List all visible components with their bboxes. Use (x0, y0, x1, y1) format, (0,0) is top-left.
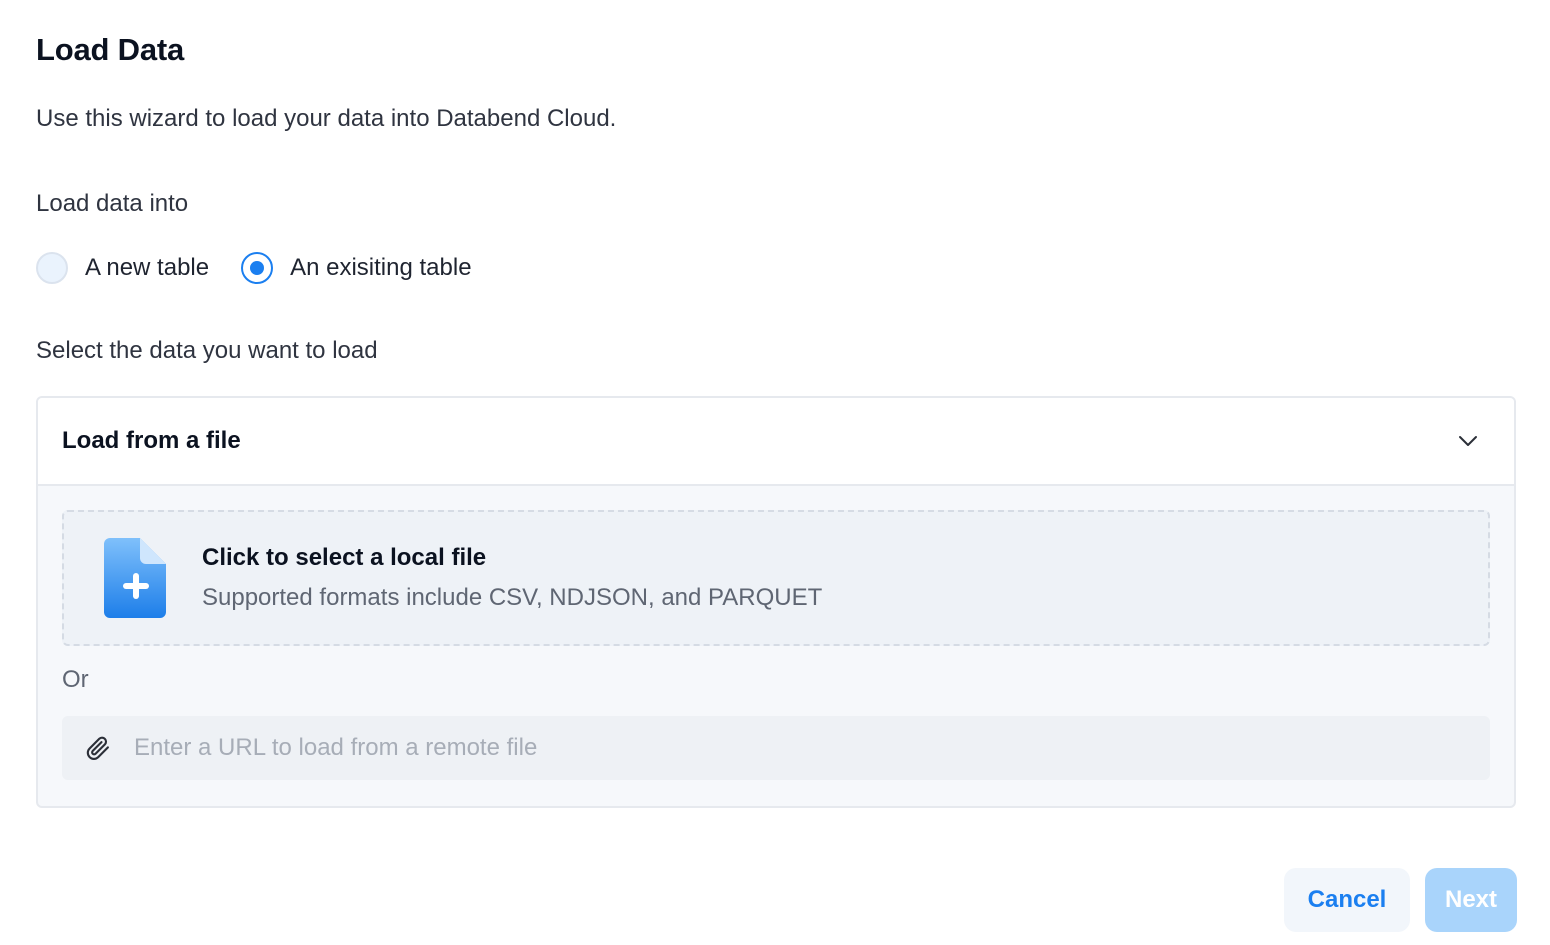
load-from-file-title: Load from a file (62, 427, 241, 454)
url-field[interactable] (62, 716, 1490, 780)
next-button[interactable]: Next (1425, 868, 1517, 932)
load-from-file-header[interactable]: Load from a file (38, 398, 1514, 486)
dropzone-text: Click to select a local file Supported f… (202, 544, 822, 612)
select-data-label: Select the data you want to load (36, 337, 378, 364)
dropzone-title: Click to select a local file (202, 544, 487, 571)
load-data-dialog: Load Data Use this wizard to load your d… (0, 0, 1550, 945)
radio-new-table-label: A new table (85, 254, 210, 281)
load-from-file-panel: Load from a file Click to select a local… (36, 396, 1516, 808)
paperclip-icon (86, 736, 109, 760)
load-into-label: Load data into (36, 190, 189, 217)
url-input[interactable] (134, 716, 1490, 780)
radio-existing-table[interactable]: An exisiting table (241, 252, 472, 284)
radio-existing-table-label: An exisiting table (290, 254, 472, 281)
load-into-radio-group: A new table An exisiting table (36, 250, 472, 286)
file-add-icon (104, 538, 166, 618)
local-file-dropzone[interactable]: Click to select a local file Supported f… (62, 510, 1490, 646)
radio-new-table[interactable]: A new table (36, 252, 209, 284)
dropzone-subtitle: Supported formats include CSV, NDJSON, a… (202, 584, 823, 611)
chevron-down-icon[interactable] (1456, 429, 1480, 453)
radio-existing-table-circle[interactable] (241, 252, 274, 284)
dialog-title: Load Data (36, 32, 185, 67)
cancel-button[interactable]: Cancel (1284, 868, 1410, 932)
or-label: Or (62, 666, 89, 693)
radio-new-table-circle[interactable] (36, 252, 68, 284)
dialog-subtitle: Use this wizard to load your data into D… (36, 105, 617, 132)
